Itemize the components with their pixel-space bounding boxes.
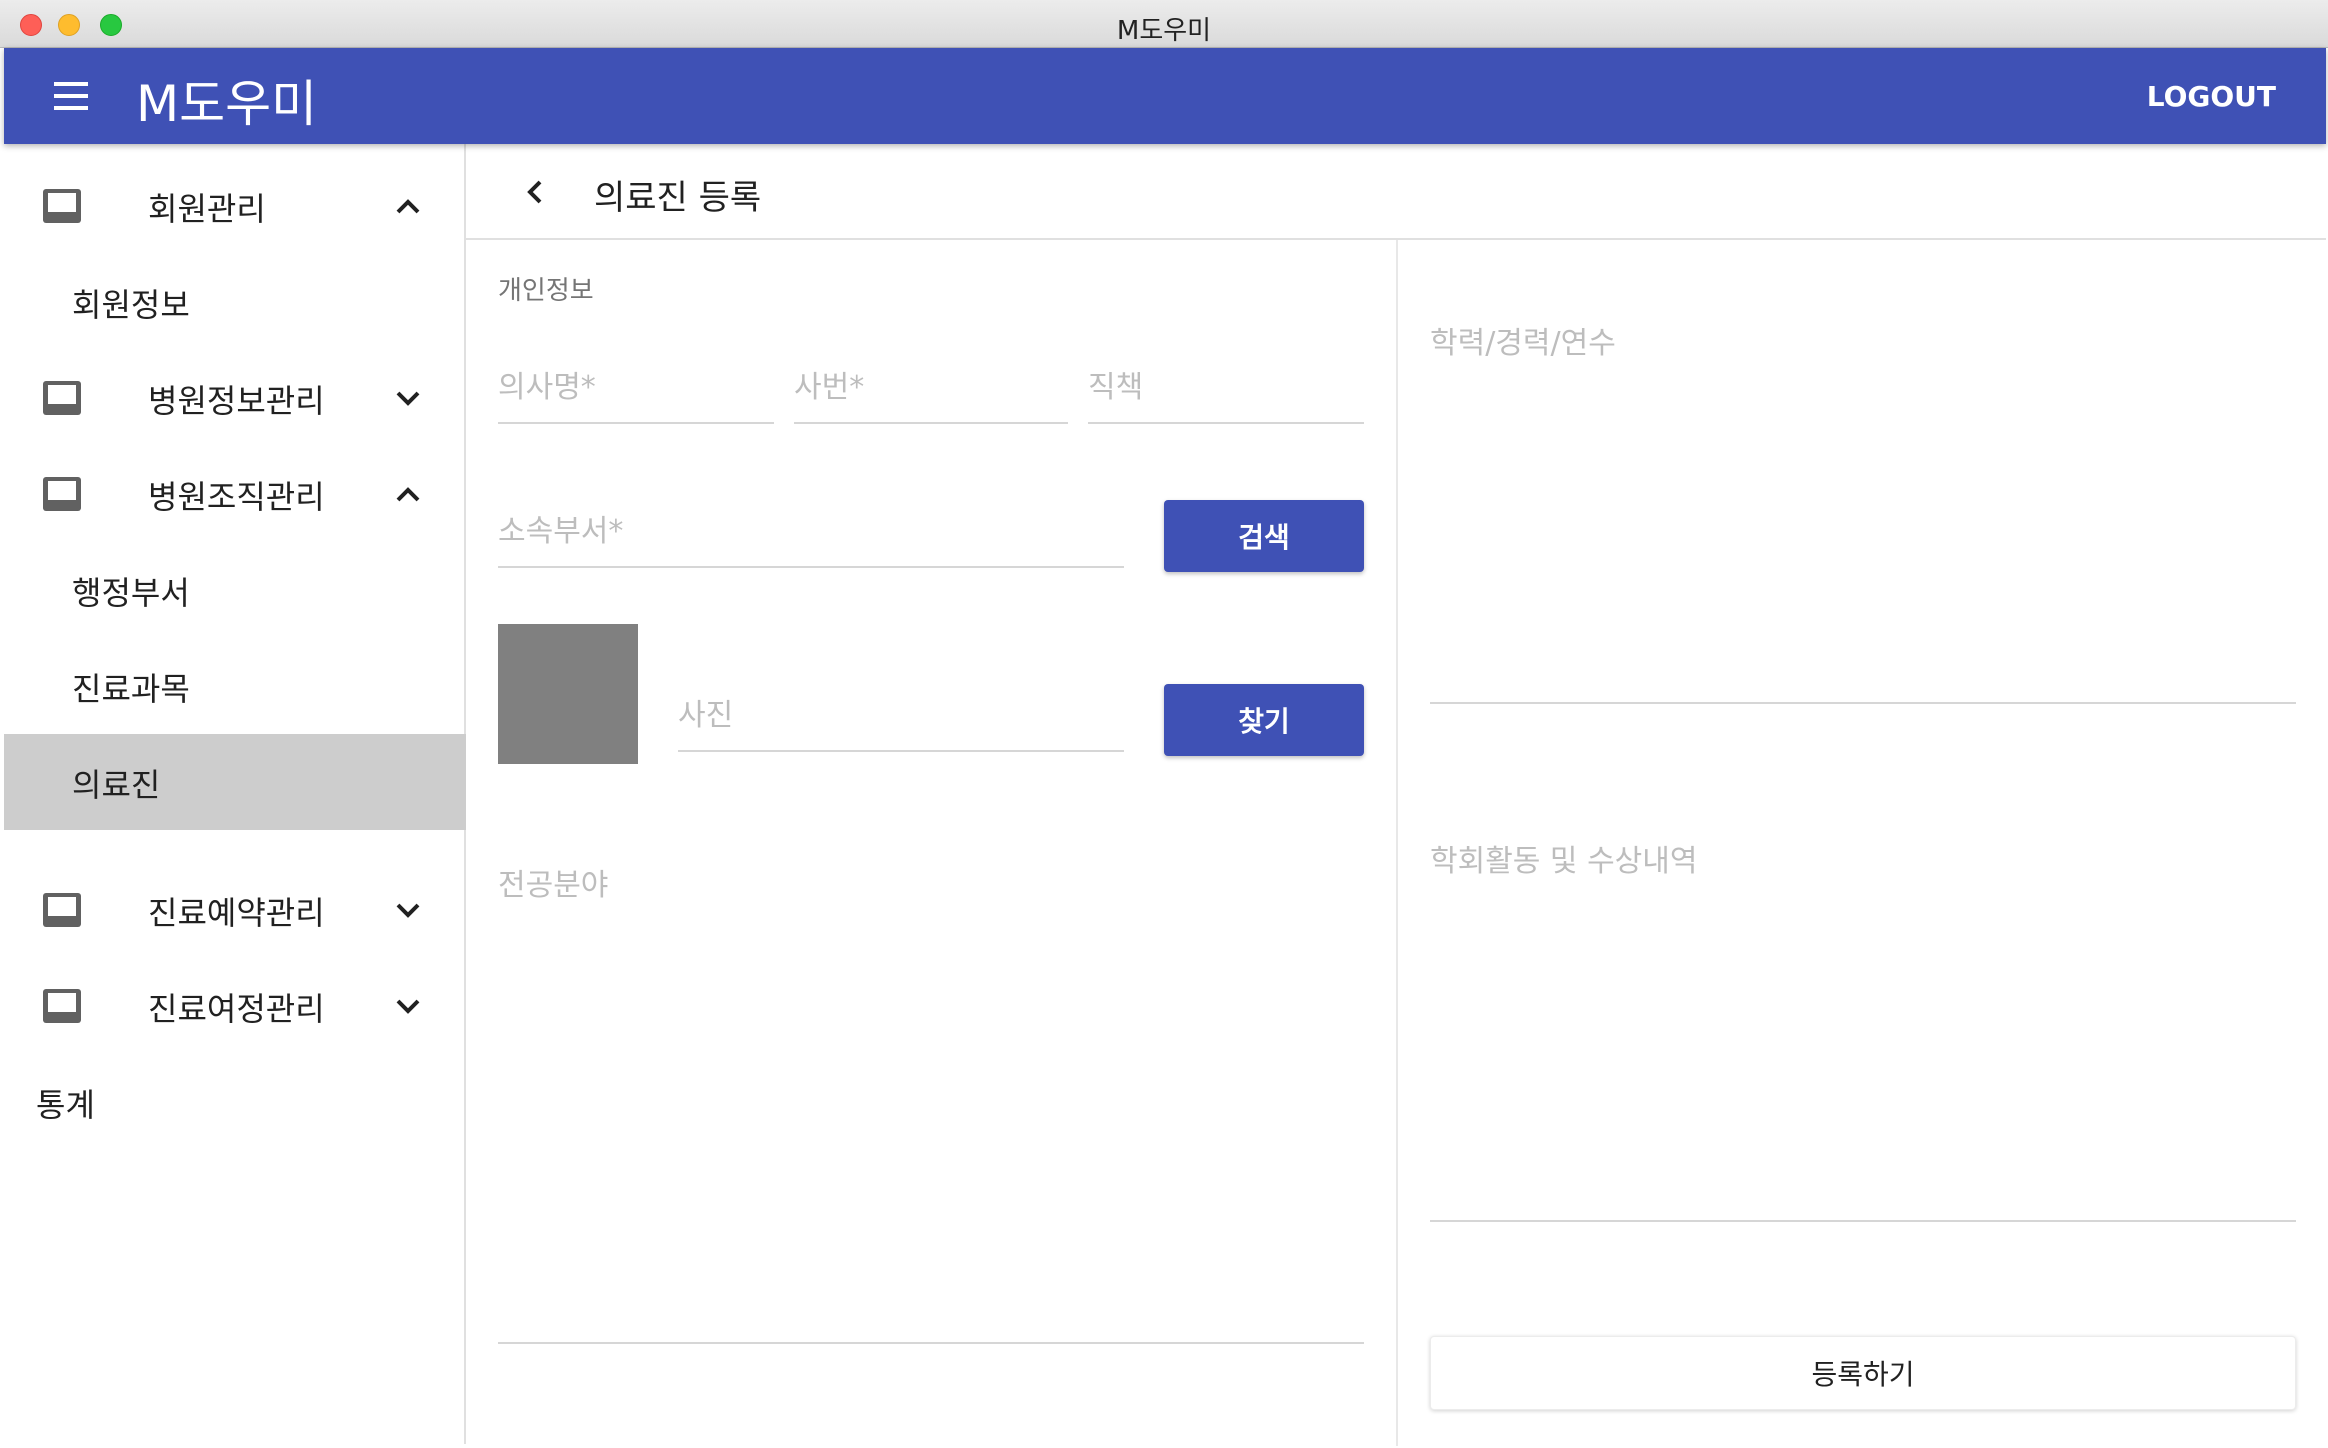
sidebar-group-label: 진료예약관리 — [148, 894, 325, 932]
specialty-field — [498, 860, 1364, 1344]
employee-no-field — [794, 370, 1068, 424]
search-button[interactable]: 검색 — [1164, 500, 1364, 572]
sidebar-group-label: 병원정보관리 — [148, 382, 325, 420]
inbox-icon — [43, 477, 81, 511]
position-field — [1088, 370, 1364, 424]
activities-textarea[interactable] — [1430, 836, 2296, 1220]
photo-input[interactable] — [678, 698, 1124, 733]
find-button[interactable]: 찾기 — [1164, 684, 1364, 756]
sidebar: 회원관리 회원정보 병원정보관리 병원조직관리 행정부서 진료과목 의료진 진료… — [4, 144, 466, 1444]
menu-icon[interactable] — [48, 80, 88, 112]
logout-button[interactable]: LOGOUT — [2147, 80, 2276, 113]
sidebar-group-hospital-info[interactable]: 병원정보관리 — [4, 350, 466, 446]
inbox-icon — [43, 989, 81, 1023]
doctor-name-input[interactable] — [498, 370, 774, 405]
education-field — [1430, 318, 2296, 704]
chevron-up-icon — [396, 487, 420, 502]
sidebar-item-admin-dept[interactable]: 행정부서 — [4, 542, 466, 638]
sidebar-group-appointment[interactable]: 진료예약관리 — [4, 862, 466, 958]
sidebar-item-label: 행정부서 — [72, 574, 190, 612]
sidebar-item-medical-staff[interactable]: 의료진 — [4, 734, 466, 830]
activities-field — [1430, 836, 2296, 1222]
sidebar-group-label: 회원관리 — [148, 190, 266, 228]
doctor-name-field — [498, 370, 774, 424]
chevron-down-icon — [396, 999, 420, 1014]
sidebar-item-label: 의료진 — [72, 766, 161, 804]
chevron-down-icon — [396, 903, 420, 918]
sidebar-group-label: 진료여정관리 — [148, 990, 325, 1028]
sidebar-item-medical-subject[interactable]: 진료과목 — [4, 638, 466, 734]
sidebar-item-label: 회원정보 — [72, 286, 190, 324]
window-titlebar: M도우미 — [0, 0, 2328, 48]
department-field — [498, 514, 1124, 568]
sidebar-group-member-management[interactable]: 회원관리 — [4, 158, 466, 254]
app-title: M도우미 — [136, 75, 318, 133]
sidebar-group-label: 병원조직관리 — [148, 478, 325, 516]
inbox-icon — [43, 189, 81, 223]
chevron-left-icon[interactable] — [514, 170, 558, 214]
photo-placeholder — [498, 624, 638, 764]
employee-no-input[interactable] — [794, 370, 1068, 405]
chevron-up-icon — [396, 199, 420, 214]
inbox-icon — [43, 893, 81, 927]
sidebar-item-member-info[interactable]: 회원정보 — [4, 254, 466, 350]
photo-field — [678, 698, 1124, 752]
page-title: 의료진 등록 — [594, 178, 762, 218]
sidebar-group-hospital-organization[interactable]: 병원조직관리 — [4, 446, 466, 542]
content-header: 의료진 등록 — [466, 144, 2326, 240]
specialty-textarea[interactable] — [498, 860, 1364, 1342]
education-textarea[interactable] — [1430, 318, 2296, 702]
window-title: M도우미 — [1116, 16, 1212, 46]
department-input[interactable] — [498, 514, 1124, 549]
sidebar-item-label: 통계 — [36, 1086, 95, 1124]
sidebar-item-statistics[interactable]: 통계 — [4, 1054, 466, 1150]
column-divider — [1396, 240, 1398, 1446]
chevron-down-icon — [396, 391, 420, 406]
sidebar-item-label: 진료과목 — [72, 670, 190, 708]
app-bar: M도우미 LOGOUT — [4, 48, 2326, 144]
section-label-personal-info: 개인정보 — [498, 276, 594, 306]
inbox-icon — [43, 381, 81, 415]
submit-button[interactable]: 등록하기 — [1430, 1336, 2296, 1410]
position-input[interactable] — [1088, 370, 1364, 405]
sidebar-group-patient-journey[interactable]: 진료여정관리 — [4, 958, 466, 1054]
